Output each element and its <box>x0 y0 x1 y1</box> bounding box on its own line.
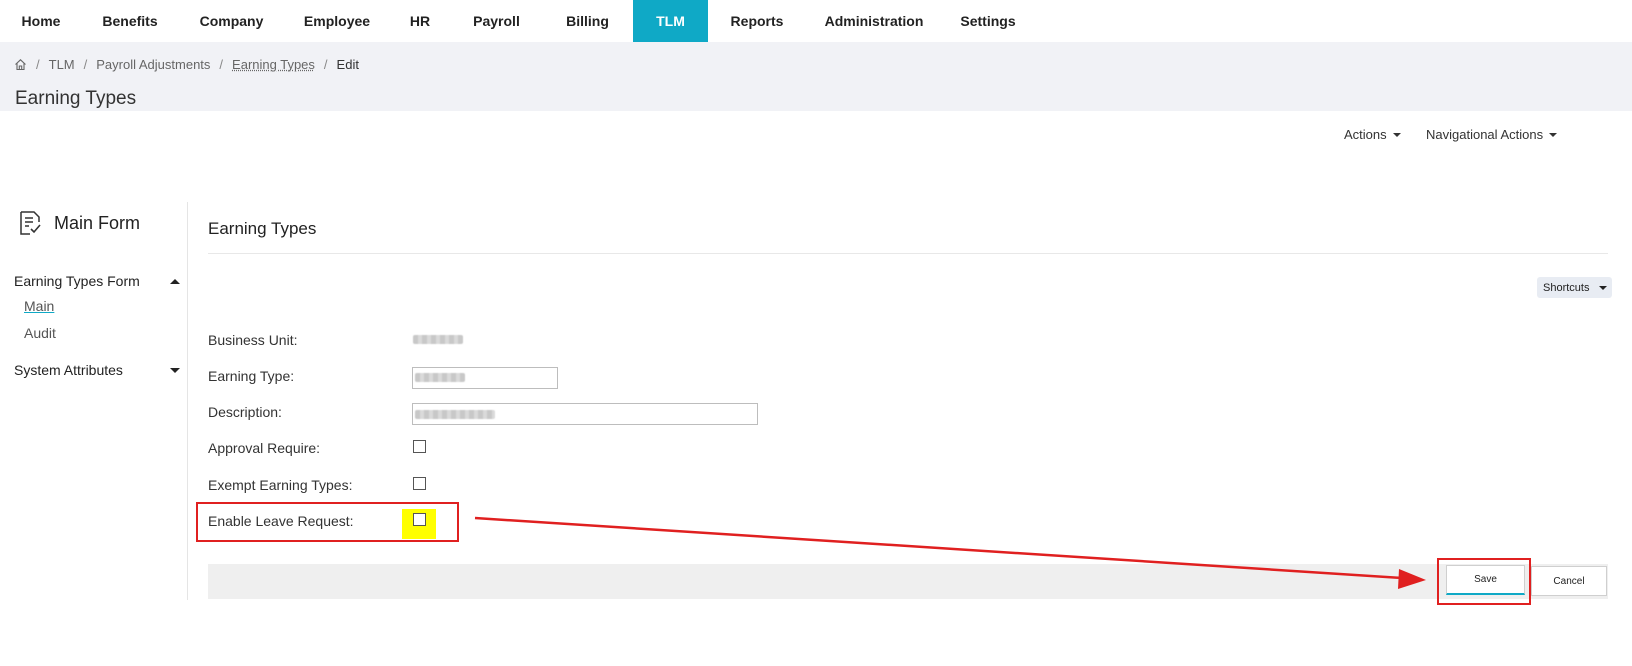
description-value-redacted <box>415 410 495 419</box>
form-divider <box>208 253 1608 254</box>
breadcrumb-separator: / <box>323 57 328 72</box>
cancel-button[interactable]: Cancel <box>1531 566 1607 596</box>
sidebar-link-main[interactable]: Main <box>24 298 54 314</box>
form-title: Earning Types <box>208 219 317 238</box>
breadcrumb-tlm[interactable]: TLM <box>49 57 75 72</box>
caret-down-icon <box>1599 285 1608 290</box>
breadcrumb-earning-types[interactable]: Earning Types <box>232 57 315 72</box>
navigational-actions-label: Navigational Actions <box>1426 127 1544 142</box>
navigational-actions-dropdown[interactable]: Navigational Actions <box>1426 127 1558 142</box>
caret-down-icon <box>1392 132 1401 137</box>
page-title: Earning Types <box>15 88 137 109</box>
business-unit-value-redacted <box>413 335 463 344</box>
nav-tlm[interactable]: TLM <box>633 0 708 42</box>
nav-benefits[interactable]: Benefits <box>82 0 178 42</box>
breadcrumb-edit: Edit <box>336 57 359 72</box>
form-checklist-icon <box>18 210 42 236</box>
form-footer-bar <box>208 564 1608 599</box>
breadcrumb: / TLM / Payroll Adjustments / Earning Ty… <box>14 57 359 72</box>
nav-settings[interactable]: Settings <box>942 0 1034 42</box>
nav-home[interactable]: Home <box>0 0 82 42</box>
earning-type-value-redacted <box>415 373 465 382</box>
nav-payroll[interactable]: Payroll <box>451 0 542 42</box>
description-input[interactable] <box>412 403 758 425</box>
nav-administration[interactable]: Administration <box>806 0 942 42</box>
top-nav: Home Benefits Company Employee HR Payrol… <box>0 0 1632 42</box>
sidebar-section-system-attributes[interactable]: System Attributes <box>14 362 123 378</box>
exempt-earning-types-label: Exempt Earning Types: <box>208 477 353 493</box>
description-label: Description: <box>208 404 282 420</box>
caret-down-icon <box>1549 132 1558 137</box>
breadcrumb-payroll-adjustments[interactable]: Payroll Adjustments <box>96 57 210 72</box>
exempt-earning-types-checkbox[interactable] <box>413 477 426 490</box>
business-unit-label: Business Unit: <box>208 332 298 348</box>
earning-type-input[interactable] <box>412 367 558 389</box>
collapse-triangle-icon[interactable] <box>170 279 180 284</box>
sidebar-title-label: Main Form <box>54 212 141 233</box>
nav-billing[interactable]: Billing <box>542 0 633 42</box>
home-icon[interactable] <box>14 58 27 71</box>
expand-triangle-icon[interactable] <box>170 368 180 373</box>
breadcrumb-separator: / <box>83 57 88 72</box>
shortcuts-label: Shortcuts <box>1543 281 1590 294</box>
sidebar-section-earning-types-form[interactable]: Earning Types Form <box>14 273 140 289</box>
breadcrumb-separator: / <box>219 57 224 72</box>
actions-dropdown[interactable]: Actions <box>1344 127 1401 142</box>
nav-reports[interactable]: Reports <box>708 0 806 42</box>
shortcuts-dropdown[interactable]: Shortcuts <box>1537 277 1612 298</box>
sidebar-link-audit[interactable]: Audit <box>24 325 56 341</box>
page-header <box>0 42 1632 111</box>
earning-type-label: Earning Type: <box>208 368 295 384</box>
enable-leave-request-label: Enable Leave Request: <box>208 513 354 529</box>
sidebar-title: Main Form <box>18 210 140 236</box>
approval-require-label: Approval Require: <box>208 440 321 456</box>
save-button[interactable]: Save <box>1446 565 1525 595</box>
nav-company[interactable]: Company <box>178 0 285 42</box>
enable-leave-request-checkbox[interactable] <box>413 513 426 526</box>
actions-label: Actions <box>1344 127 1387 142</box>
sidebar-divider <box>187 202 188 600</box>
breadcrumb-separator: / <box>36 57 40 72</box>
nav-employee[interactable]: Employee <box>285 0 389 42</box>
approval-require-checkbox[interactable] <box>413 440 426 453</box>
nav-hr[interactable]: HR <box>389 0 451 42</box>
